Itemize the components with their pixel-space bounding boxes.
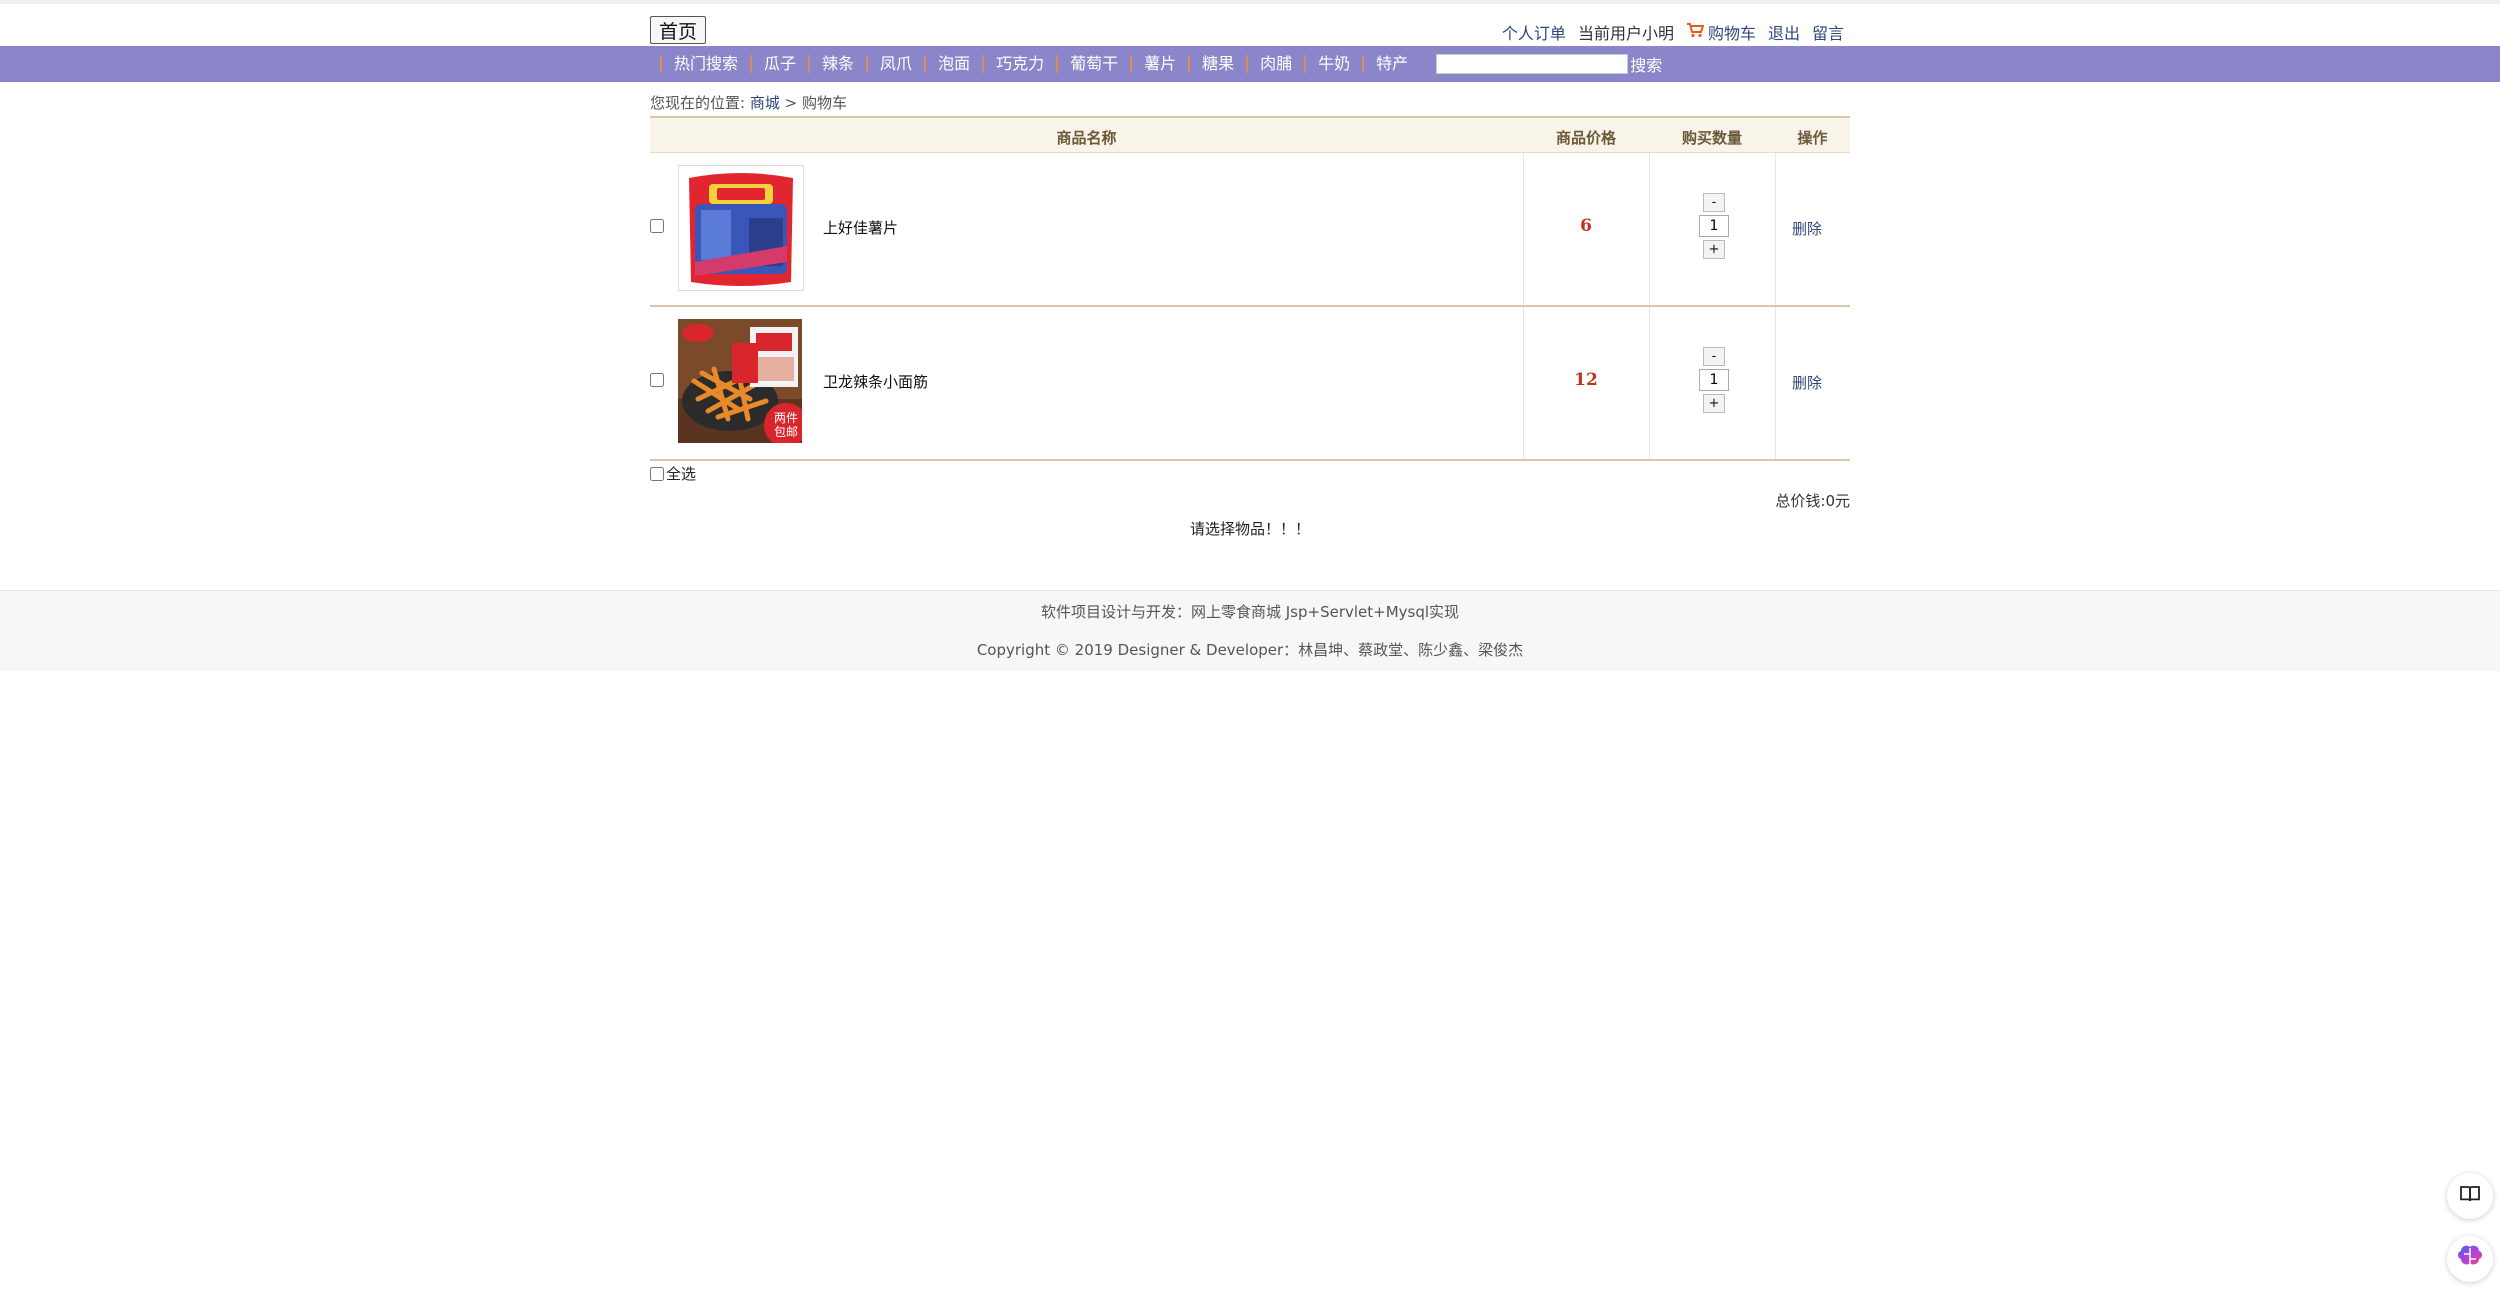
product-image-spicy-strips[interactable]: 两件 包邮	[678, 319, 802, 443]
select-all-checkbox[interactable]	[650, 466, 664, 481]
decrease-button[interactable]: -	[1703, 193, 1725, 212]
delete-link[interactable]: 删除	[1792, 372, 1892, 393]
message-link[interactable]: 留言	[1812, 20, 1844, 44]
current-user: 当前用户小明	[1577, 24, 1674, 43]
cart-link[interactable]: 购物车	[1686, 20, 1756, 44]
book-icon	[2459, 1185, 2481, 1207]
free-shipping-badge: 两件	[774, 411, 798, 425]
increase-button[interactable]: +	[1703, 240, 1725, 259]
nav-item-noodles[interactable]: 泡面	[924, 55, 982, 73]
nav-item-hot[interactable]: 热门搜索	[660, 55, 750, 73]
header-action: 操作	[1797, 129, 1828, 147]
quantity-stepper: - +	[1666, 347, 1762, 413]
nav-item-chicken-feet[interactable]: 凤爪	[866, 55, 924, 73]
nav-item-specialty[interactable]: 特产	[1362, 55, 1420, 73]
quantity-input[interactable]	[1699, 369, 1729, 391]
assistant-button[interactable]	[2447, 1236, 2493, 1282]
product-name[interactable]: 卫龙辣条小面筋	[823, 371, 928, 392]
header-qty: 购买数量	[1681, 129, 1742, 147]
breadcrumb-current: 购物车	[802, 94, 848, 112]
table-row: 两件 包邮 卫龙辣条小面筋 12 - + 删除	[650, 307, 1850, 461]
top-bar: 首页 个人订单 当前用户小明 购物车 退出 留言	[650, 14, 1850, 46]
reader-button[interactable]	[2447, 1173, 2493, 1219]
nav-item-raisins[interactable]: 葡萄干	[1056, 55, 1130, 73]
product-price: 12	[1574, 370, 1598, 390]
header-name: 商品名称	[1056, 129, 1117, 147]
column-divider	[1649, 307, 1650, 459]
breadcrumb-sep: >	[784, 94, 798, 112]
row-checkbox[interactable]	[650, 219, 664, 233]
user-links: 个人订单 当前用户小明 购物车 退出 留言	[1502, 20, 1844, 44]
table-header: 商品名称 商品价格 购买数量 操作	[650, 116, 1850, 153]
top-border	[0, 0, 2500, 4]
footer-copyright: Copyright © 2019 Designer & Developer：林昌…	[976, 641, 1524, 659]
nav-item-jerky[interactable]: 肉脯	[1246, 55, 1304, 73]
quantity-input[interactable]	[1699, 215, 1729, 237]
logout-link[interactable]: 退出	[1768, 20, 1800, 44]
total-price: 总价钱:0元	[1775, 492, 1850, 510]
product-name[interactable]: 上好佳薯片	[823, 217, 898, 238]
selection-message: 请选择物品！！！	[1189, 520, 1310, 538]
footer: 软件项目设计与开发：网上零食商城 Jsp+Servlet+Mysql实现 Cop…	[0, 590, 2500, 671]
quantity-stepper: - +	[1666, 193, 1762, 259]
orders-link[interactable]: 个人订单	[1502, 20, 1566, 44]
increase-button[interactable]: +	[1703, 394, 1725, 413]
product-price: 6	[1580, 216, 1592, 236]
table-row: 上好佳薯片 6 - + 删除	[650, 153, 1850, 307]
select-all-label: 全选	[666, 465, 697, 483]
search-button[interactable]: 搜索	[1630, 52, 1662, 76]
nav-item-candy[interactable]: 糖果	[1188, 55, 1246, 73]
select-all: 全选	[650, 463, 1850, 484]
nav-item-chips[interactable]: 薯片	[1130, 55, 1188, 73]
decrease-button[interactable]: -	[1703, 347, 1725, 366]
search-input[interactable]	[1436, 54, 1629, 74]
cart-table: 商品名称 商品价格 购买数量 操作 上好佳薯片 6 - +	[650, 116, 1850, 461]
brain-icon	[2456, 1244, 2484, 1274]
nav-item-chocolate[interactable]: 巧克力	[982, 55, 1056, 73]
row-checkbox[interactable]	[650, 373, 664, 387]
column-divider	[1649, 153, 1650, 305]
home-button[interactable]: 首页	[650, 16, 707, 44]
nav-item-milk[interactable]: 牛奶	[1304, 55, 1362, 73]
breadcrumb: 您现在的位置: 商城 > 购物车	[650, 92, 1850, 113]
product-image-chips[interactable]	[678, 165, 804, 291]
breadcrumb-prefix: 您现在的位置:	[650, 94, 746, 112]
delete-link[interactable]: 删除	[1792, 218, 1892, 239]
nav-item-seeds[interactable]: 瓜子	[750, 55, 808, 73]
column-divider	[1775, 307, 1776, 459]
header-price: 商品价格	[1555, 129, 1616, 147]
svg-text:包邮: 包邮	[774, 425, 798, 439]
cart-icon	[1686, 22, 1705, 42]
cart-link-label: 购物车	[1707, 24, 1756, 43]
nav-item-spicy-strips[interactable]: 辣条	[808, 55, 866, 73]
column-divider	[1775, 153, 1776, 305]
footer-project: 软件项目设计与开发：网上零食商城 Jsp+Servlet+Mysql实现	[1040, 603, 1460, 621]
category-nav: 热门搜索 瓜子 辣条 凤爪 泡面 巧克力 葡萄干 薯片 糖果 肉脯 牛奶 特产 …	[0, 46, 2500, 82]
breadcrumb-store[interactable]: 商城	[750, 94, 780, 112]
